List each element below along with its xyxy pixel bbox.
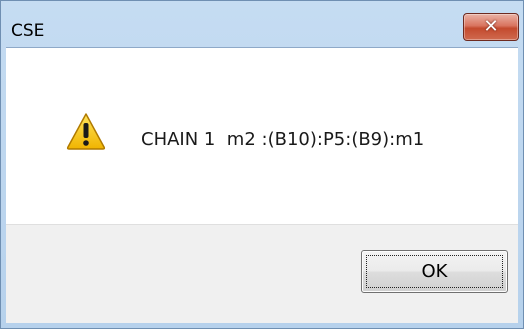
warning-icon <box>66 113 106 150</box>
message-text: CHAIN 1 m2 :(B10):P5:(B9):m1 <box>141 129 425 150</box>
close-icon: ✕ <box>483 16 499 37</box>
ok-button-label: OK <box>366 255 503 288</box>
message-dialog: CSE ✕ CHAIN 1 m2 :(B10):P5:(B9):m1 OK <box>0 0 524 329</box>
ok-button[interactable]: OK <box>361 250 508 293</box>
close-button[interactable]: ✕ <box>463 13 519 41</box>
message-area: CHAIN 1 m2 :(B10):P5:(B9):m1 <box>6 47 518 225</box>
window-title: CSE <box>11 21 45 41</box>
button-bar: OK <box>6 224 518 323</box>
title-bar[interactable]: CSE ✕ <box>1 1 523 47</box>
